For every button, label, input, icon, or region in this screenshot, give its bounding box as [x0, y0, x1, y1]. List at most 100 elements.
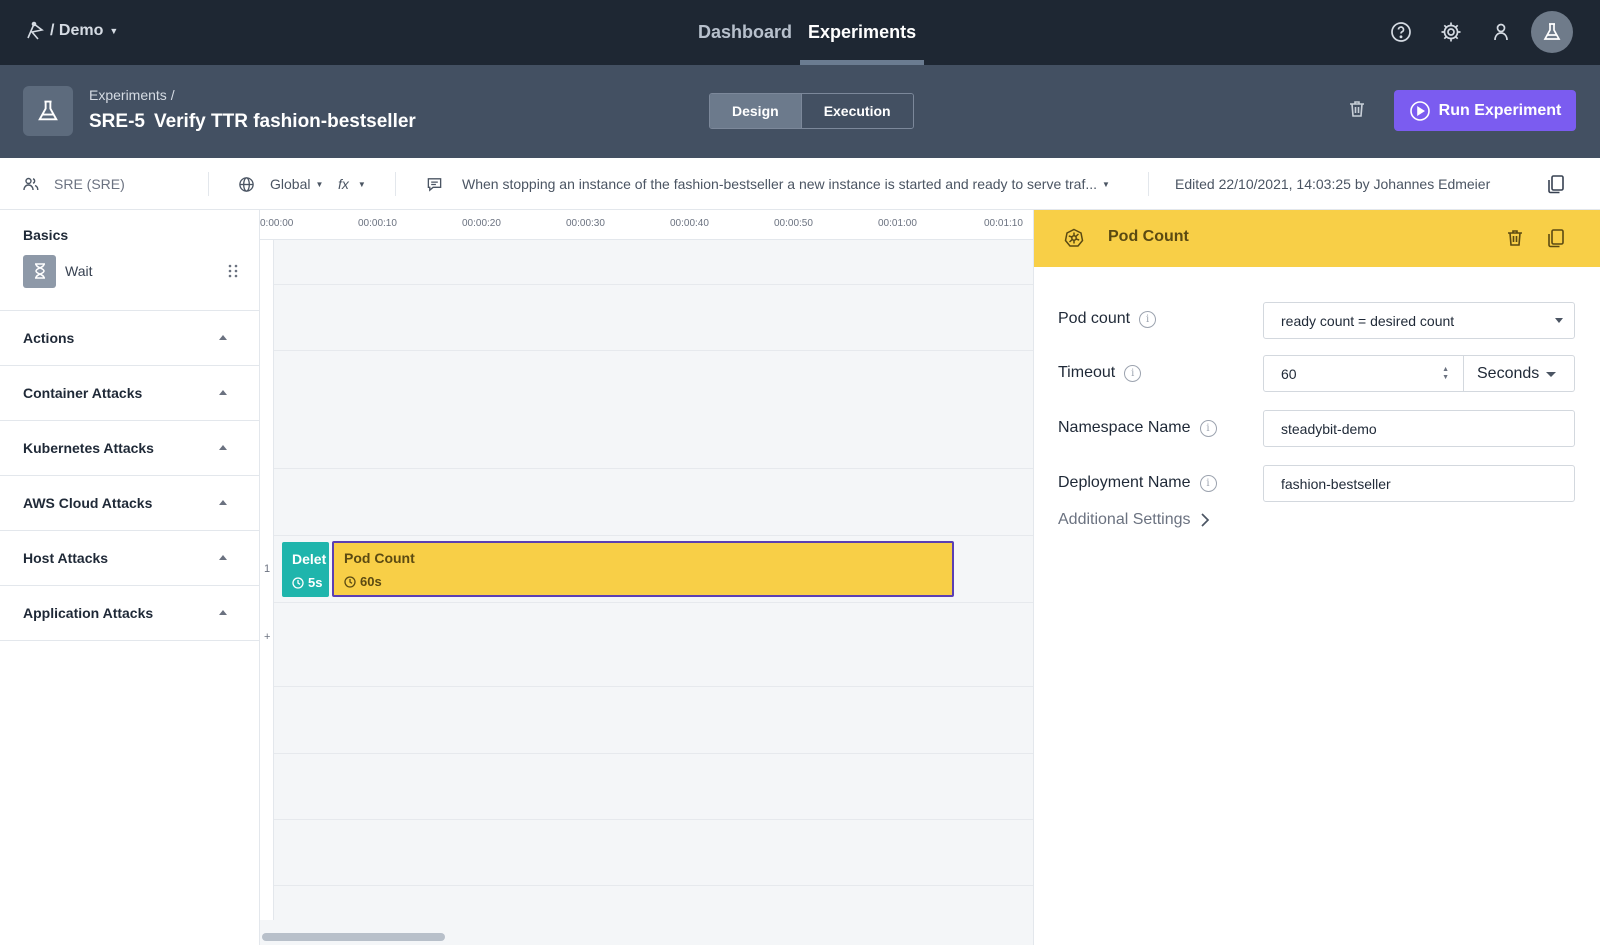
sidebar-section-host-attacks[interactable]: Host Attacks: [0, 531, 259, 586]
divider: [208, 172, 209, 196]
pod-count-step[interactable]: Pod Count 60s: [332, 541, 954, 597]
delete-pod-step[interactable]: Delet 5s: [282, 542, 329, 597]
tab-experiments[interactable]: Experiments: [800, 0, 925, 65]
collapse-arrow-icon: [219, 610, 227, 615]
breadcrumb[interactable]: Experiments /: [89, 87, 175, 103]
comment-icon: [427, 177, 442, 192]
input-value: 60: [1281, 365, 1297, 382]
wait-step-item[interactable]: Wait: [23, 254, 238, 288]
section-label: Application Attacks: [23, 605, 154, 621]
chevron-down-icon: ▼: [109, 26, 119, 36]
delete-experiment-icon[interactable]: [1346, 98, 1368, 120]
team-selector[interactable]: SRE (SRE): [22, 158, 125, 210]
sidebar-section-kubernetes-attacks[interactable]: Kubernetes Attacks: [0, 421, 259, 476]
horizontal-scrollbar[interactable]: [262, 933, 445, 941]
tick-label: 00:01:10: [984, 218, 1023, 229]
tab-dashboard[interactable]: Dashboard: [690, 0, 800, 65]
number-stepper-icon[interactable]: ▲ ▼: [1442, 366, 1449, 382]
step-duration: 60s: [344, 574, 382, 589]
sidebar-section-actions[interactable]: Actions: [0, 311, 259, 366]
chevron-down-icon: [1555, 318, 1563, 323]
lane-divider: [274, 350, 1033, 351]
duration-value: 60s: [360, 574, 382, 589]
timeout-unit-select[interactable]: Seconds: [1464, 355, 1575, 392]
namespace-input[interactable]: steadybit-demo: [1263, 410, 1575, 447]
user-icon[interactable]: [1489, 20, 1513, 44]
experiment-header: Experiments / SRE-5 Verify TTR fashion-be…: [0, 65, 1600, 158]
time-ruler: 0:00:00 00:00:10 00:00:20 00:00:30 00:00…: [260, 210, 1033, 240]
flask-icon: [1543, 23, 1561, 40]
delete-step-icon[interactable]: [1504, 227, 1526, 254]
help-icon[interactable]: [1389, 20, 1413, 44]
divider: [395, 172, 396, 196]
gear-icon[interactable]: [1439, 20, 1463, 44]
mode-toggle: Design Execution: [709, 93, 914, 129]
duplicate-step-icon[interactable]: [1545, 227, 1567, 254]
chevron-down-icon: ▼: [357, 179, 366, 189]
hourglass-icon: [23, 254, 56, 288]
deployment-label: Deployment Name i: [1058, 474, 1217, 492]
info-icon[interactable]: i: [1124, 364, 1142, 382]
experiment-timeline[interactable]: 0:00:00 00:00:10 00:00:20 00:00:30 00:00…: [260, 210, 1033, 945]
sidebar-section-container-attacks[interactable]: Container Attacks: [0, 366, 259, 421]
environment-selector[interactable]: Global ▼: [238, 158, 323, 210]
divider: [1148, 172, 1149, 196]
panel-header: Pod Count: [1034, 210, 1600, 267]
lane-divider: [274, 284, 1033, 285]
lane-divider: [274, 819, 1033, 820]
chevron-down-icon: ▼: [315, 179, 324, 189]
chevron-down-icon: [1546, 372, 1556, 377]
panel-title: Pod Count: [1108, 228, 1189, 245]
wait-step-label: Wait: [65, 263, 93, 279]
workspace-switcher[interactable]: / Demo ▼: [24, 20, 118, 42]
design-mode-button[interactable]: Design: [710, 94, 801, 128]
info-icon[interactable]: i: [1199, 474, 1217, 492]
lane-divider: [274, 885, 1033, 886]
namespace-label: Namespace Name i: [1058, 419, 1217, 437]
pod-count-select[interactable]: ready count = desired count: [1263, 302, 1575, 339]
tick-label: 00:00:40: [670, 218, 709, 229]
section-label: Host Attacks: [23, 550, 109, 566]
page-title[interactable]: SRE-5 Verify TTR fashion-bestseller: [89, 111, 416, 133]
run-experiment-label: Run Experiment: [1438, 101, 1562, 119]
section-label: AWS Cloud Attacks: [23, 495, 153, 511]
tick-label: 00:00:10: [358, 218, 397, 229]
sidebar-section-application-attacks[interactable]: Application Attacks: [0, 586, 259, 641]
execution-mode-button[interactable]: Execution: [800, 94, 913, 128]
tick-label: 00:01:00: [878, 218, 917, 229]
select-value: Seconds: [1477, 364, 1540, 382]
hypothesis-field[interactable]: When stopping an instance of the fashion…: [426, 158, 1110, 210]
chevron-down-icon: ▼: [1102, 179, 1110, 189]
collapse-arrow-icon: [219, 390, 227, 395]
drag-handle-icon[interactable]: [228, 264, 238, 278]
variables-button[interactable]: fx ▼: [338, 158, 366, 210]
section-label: Actions: [23, 330, 75, 346]
avatar[interactable]: [1531, 11, 1573, 53]
run-experiment-button[interactable]: Run Experiment: [1394, 90, 1576, 131]
info-icon[interactable]: i: [1199, 419, 1217, 437]
label-text: Namespace Name: [1058, 419, 1191, 436]
lane-divider: [274, 753, 1033, 754]
duplicate-experiment-icon[interactable]: [1545, 158, 1567, 210]
clock-icon: [292, 576, 304, 589]
additional-settings-label: Additional Settings: [1058, 511, 1191, 528]
chevron-right-icon: [1200, 513, 1209, 527]
lane-gutter: [260, 240, 274, 920]
globe-icon: [239, 176, 254, 192]
additional-settings-toggle[interactable]: Additional Settings: [1058, 511, 1210, 529]
step-library-sidebar: Basics Wait Actions Container Attacks Ku…: [0, 210, 260, 945]
pod-count-label: Pod count i: [1058, 310, 1157, 328]
step-duration: 5s: [292, 575, 322, 590]
info-icon[interactable]: i: [1139, 310, 1157, 328]
lane-number: 1: [264, 563, 271, 575]
deployment-input[interactable]: fashion-bestseller: [1263, 465, 1575, 502]
add-lane-button[interactable]: +: [264, 631, 270, 643]
basics-section: Basics Wait: [0, 210, 259, 311]
play-circle-icon: [1409, 100, 1430, 121]
input-value: steadybit-demo: [1281, 420, 1377, 437]
sidebar-section-aws-cloud-attacks[interactable]: AWS Cloud Attacks: [0, 476, 259, 531]
steadybit-logo-icon: [27, 21, 44, 40]
timeout-input[interactable]: 60 ▲ ▼: [1263, 355, 1464, 392]
tick-label: 00:00:50: [774, 218, 813, 229]
tick-label: 0:00:00: [260, 218, 294, 229]
